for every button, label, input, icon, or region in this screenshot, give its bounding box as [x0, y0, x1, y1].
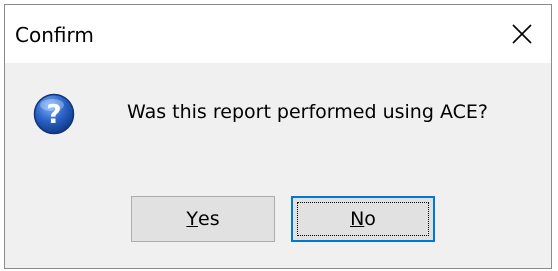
question-icon: ? — [33, 93, 75, 135]
window-title: Confirm — [15, 23, 94, 47]
close-icon — [512, 24, 532, 44]
yes-label-rest: es — [198, 208, 220, 230]
confirm-dialog: Confirm ? Was this report performed usin… — [4, 4, 552, 269]
close-button[interactable] — [493, 5, 551, 63]
focus-rectangle — [297, 202, 429, 236]
yes-mnemonic: Y — [186, 208, 198, 230]
title-bar: Confirm — [5, 5, 551, 63]
dialog-message: Was this report performed using ACE? — [127, 101, 488, 123]
yes-button[interactable]: Yes — [131, 196, 275, 242]
no-button[interactable]: No — [291, 196, 435, 242]
svg-text:?: ? — [46, 100, 61, 130]
